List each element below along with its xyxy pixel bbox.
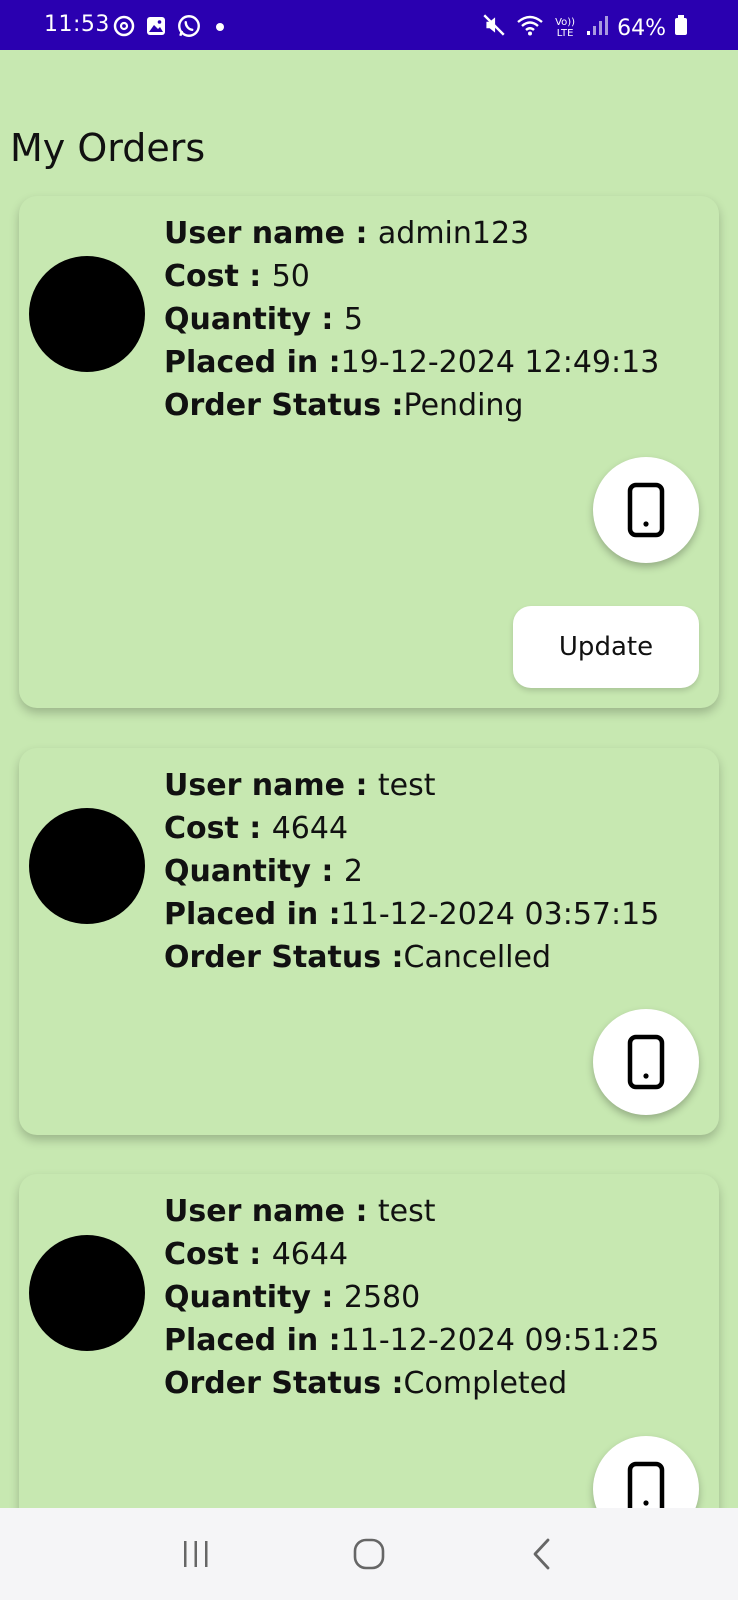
user-name-value: test [377,1194,436,1229]
quantity-value: 5 [343,302,363,337]
phone-icon [627,1034,665,1090]
status-bar: 11:53 Vo)) LTE 64% [0,0,738,50]
user-name-label: User name : [164,1194,378,1229]
phone-icon [627,1461,665,1508]
update-button[interactable]: Update [513,606,699,688]
cost-label: Cost : [164,1237,272,1272]
order-status-label: Order Status : [164,940,404,975]
placed-in-value: 19-12-2024 12:49:13 [340,345,660,380]
screen: 11:53 Vo)) LTE 64% My Orders User name:… [0,0,738,1600]
dot-icon [210,14,230,44]
order-details: User name : test Cost : 4644 Quantity : … [164,1190,659,1405]
order-status-label: Order Status : [164,1366,404,1401]
cost-value: 4644 [271,811,349,846]
cost-row: Cost : 50 [164,255,659,298]
quantity-value: 2 [343,854,363,889]
notification-icons [112,13,230,45]
call-button[interactable] [593,1436,699,1508]
placed-in-label: Placed in : [164,897,341,932]
call-button[interactable] [593,1009,699,1115]
orders-screen: My Orders User name : admin123 Cost : 50… [0,50,738,1508]
user-name-label: User name : [164,768,378,803]
navigation-bar [0,1508,738,1600]
order-status-value: Pending [403,388,524,423]
back-button[interactable] [512,1524,572,1584]
phone-icon [627,482,665,538]
call-button[interactable] [593,457,699,563]
order-card: User name : test Cost : 4644 Quantity : … [19,748,719,1135]
order-status-row: Order Status :Cancelled [164,936,659,979]
placed-in-value: 11-12-2024 09:51:25 [340,1323,660,1358]
order-status-row: Order Status :Pending [164,384,659,427]
order-status-row: Order Status :Completed [164,1362,659,1405]
order-details: User name : admin123 Cost : 50 Quantity … [164,212,659,427]
page-title: My Orders [10,126,206,170]
signal-icon [585,13,609,43]
order-status-label: Order Status : [164,388,404,423]
threads-icon [112,14,136,44]
gallery-icon [144,14,168,44]
placed-in-row: Placed in :19-12-2024 12:49:13 [164,341,659,384]
system-status: Vo)) LTE 64% [481,12,688,44]
cost-value: 4644 [271,1237,349,1272]
user-name-row: User name : test [164,1190,659,1233]
home-button[interactable] [339,1524,399,1584]
avatar [29,1235,145,1351]
order-status-value: Cancelled [403,940,552,975]
order-card: User name : test Cost : 4644 Quantity : … [19,1174,719,1508]
recents-button[interactable] [166,1524,226,1584]
placed-in-row: Placed in :11-12-2024 03:57:15 [164,893,659,936]
user-name-value: admin123 [377,216,530,251]
wifi-icon [515,12,545,44]
order-details: User name : test Cost : 4644 Quantity : … [164,764,659,979]
quantity-value: 2580 [343,1280,421,1315]
recents-icon [184,1541,208,1567]
user-name-row: User name : test [164,764,659,807]
whatsapp-icon [176,13,202,45]
quantity-row: Quantity : 2 [164,850,659,893]
home-icon [353,1538,385,1570]
mute-icon [481,12,507,44]
status-time: 11:53 [44,12,110,37]
placed-in-value: 11-12-2024 03:57:15 [340,897,660,932]
user-name-label: User name : [164,216,378,251]
quantity-label: Quantity : [164,302,344,337]
order-status-value: Completed [403,1366,568,1401]
order-card: User name : admin123 Cost : 50 Quantity … [19,196,719,708]
cost-label: Cost : [164,811,272,846]
user-name-row: User name : admin123 [164,212,659,255]
user-name-value: test [377,768,436,803]
placed-in-row: Placed in :11-12-2024 09:51:25 [164,1319,659,1362]
placed-in-label: Placed in : [164,345,341,380]
cost-row: Cost : 4644 [164,1233,659,1276]
avatar [29,808,145,924]
quantity-label: Quantity : [164,854,344,889]
quantity-label: Quantity : [164,1280,344,1315]
quantity-row: Quantity : 5 [164,298,659,341]
cost-label: Cost : [164,259,272,294]
network-type: Vo)) LTE [555,17,576,39]
battery-percent: 64% [617,15,666,41]
quantity-row: Quantity : 2580 [164,1276,659,1319]
cost-value: 50 [271,259,310,294]
back-icon [533,1538,550,1570]
avatar [29,256,145,372]
placed-in-label: Placed in : [164,1323,341,1358]
cost-row: Cost : 4644 [164,807,659,850]
battery-icon [674,13,688,43]
